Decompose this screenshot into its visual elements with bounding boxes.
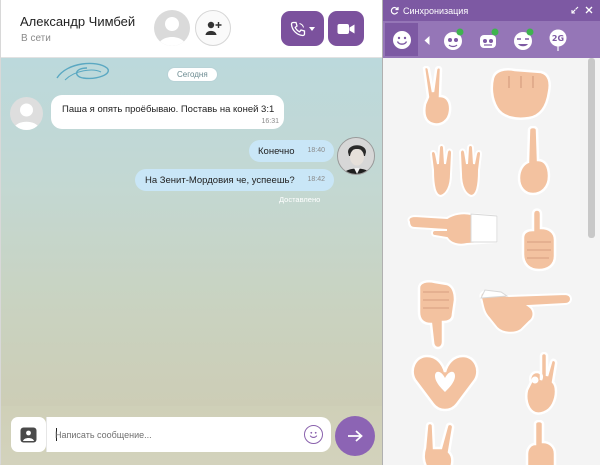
chevron-down-icon xyxy=(309,26,315,31)
sticker-panel: Синхронизация 2G xyxy=(382,0,600,465)
message-input-wrapper xyxy=(46,417,331,452)
sender-avatar[interactable] xyxy=(10,97,43,130)
user-silhouette-icon xyxy=(158,17,186,46)
smiley-icon xyxy=(392,30,411,49)
attach-media-button[interactable] xyxy=(11,417,46,452)
user-silhouette-icon xyxy=(13,103,40,130)
composer xyxy=(1,406,383,465)
add-user-icon xyxy=(205,21,222,35)
outgoing-message[interactable]: Конечно 18:40 xyxy=(249,140,334,162)
message-text: Конечно xyxy=(258,146,295,157)
pack-face-icon xyxy=(513,28,533,50)
message-text: На Зенит-Мордовия че, успеешь? xyxy=(145,175,295,186)
message-time: 18:42 xyxy=(307,176,325,183)
clapping-hands-sticker[interactable] xyxy=(427,140,487,198)
message-input[interactable] xyxy=(55,417,295,452)
video-camera-icon xyxy=(337,23,355,34)
outgoing-message[interactable]: На Зенит-Мордовия че, успеешь? 18:42 xyxy=(135,169,334,191)
chat-pane: Александр Чимбей В сети Сегодня Паша я о… xyxy=(0,0,383,465)
rock-hand-sticker[interactable] xyxy=(419,422,463,465)
sticker-panel-title: Синхронизация xyxy=(403,5,469,16)
pack-robot-icon xyxy=(479,28,498,48)
tab-sticker-pack-2[interactable] xyxy=(471,23,504,56)
middle-finger-sticker[interactable] xyxy=(515,126,553,196)
tab-sticker-pack-3[interactable] xyxy=(506,23,539,56)
sticker-scrollbar[interactable] xyxy=(588,58,595,238)
message-time: 18:40 xyxy=(307,147,325,154)
video-call-button[interactable] xyxy=(328,11,364,46)
tab-emoji[interactable] xyxy=(385,23,418,56)
pointing-hand-left-sticker[interactable] xyxy=(405,208,499,248)
my-avatar[interactable] xyxy=(337,137,375,175)
pointing-hand-right-sticker[interactable] xyxy=(477,288,575,336)
raised-finger-sticker[interactable] xyxy=(523,420,559,465)
delivery-status: Доставлено xyxy=(279,195,321,204)
chevron-left-icon xyxy=(424,35,430,45)
collapse-button[interactable] xyxy=(569,4,581,16)
date-separator: Сегодня xyxy=(167,67,218,82)
add-participant-button[interactable] xyxy=(195,10,231,46)
smiley-icon xyxy=(309,431,318,438)
contact-name[interactable]: Александр Чимбей xyxy=(20,14,135,29)
ok-hand-sticker[interactable] xyxy=(521,352,561,418)
contact-avatar[interactable] xyxy=(154,10,190,46)
user-photo-icon xyxy=(338,138,374,174)
pack-balloon-icon: 2G xyxy=(549,29,566,51)
fist-sticker[interactable] xyxy=(487,66,555,124)
tab-sticker-pack-1[interactable] xyxy=(436,23,469,56)
tab-sticker-pack-4[interactable]: 2G xyxy=(541,23,574,56)
thumbs-up-sticker[interactable] xyxy=(519,208,559,272)
sticker-grid xyxy=(383,58,600,465)
message-text: Паша я опять проёбываю. Поставь на коней… xyxy=(62,104,275,115)
emoji-button[interactable] xyxy=(304,425,323,444)
scroll-tabs-left-button[interactable] xyxy=(422,32,432,48)
swirl-decoration-icon xyxy=(56,62,109,81)
incoming-message[interactable]: Паша я опять проёбываю. Поставь на коней… xyxy=(51,95,284,129)
phone-icon xyxy=(290,21,306,36)
collapse-icon xyxy=(571,6,579,14)
heart-hands-sticker[interactable] xyxy=(407,350,483,412)
pack-monster-icon xyxy=(443,28,463,50)
message-time: 16:31 xyxy=(261,118,279,125)
image-icon xyxy=(20,427,37,442)
send-button[interactable] xyxy=(335,416,375,456)
voice-call-button[interactable] xyxy=(281,11,324,46)
message-area: Сегодня Паша я опять проёбываю. Поставь … xyxy=(1,58,383,406)
chat-header: Александр Чимбей В сети xyxy=(1,0,383,58)
victory-hand-sticker[interactable] xyxy=(417,66,459,128)
pack-badge-text: 2G xyxy=(551,34,563,43)
sticker-pack-tabs: 2G xyxy=(383,21,600,58)
contact-status: В сети xyxy=(21,33,51,44)
close-icon xyxy=(585,6,593,14)
sticker-panel-titlebar: Синхронизация xyxy=(383,0,600,21)
arrow-right-icon xyxy=(348,430,363,442)
thumbs-down-sticker[interactable] xyxy=(413,280,459,350)
sync-icon[interactable] xyxy=(390,6,399,15)
close-button[interactable] xyxy=(583,4,595,16)
